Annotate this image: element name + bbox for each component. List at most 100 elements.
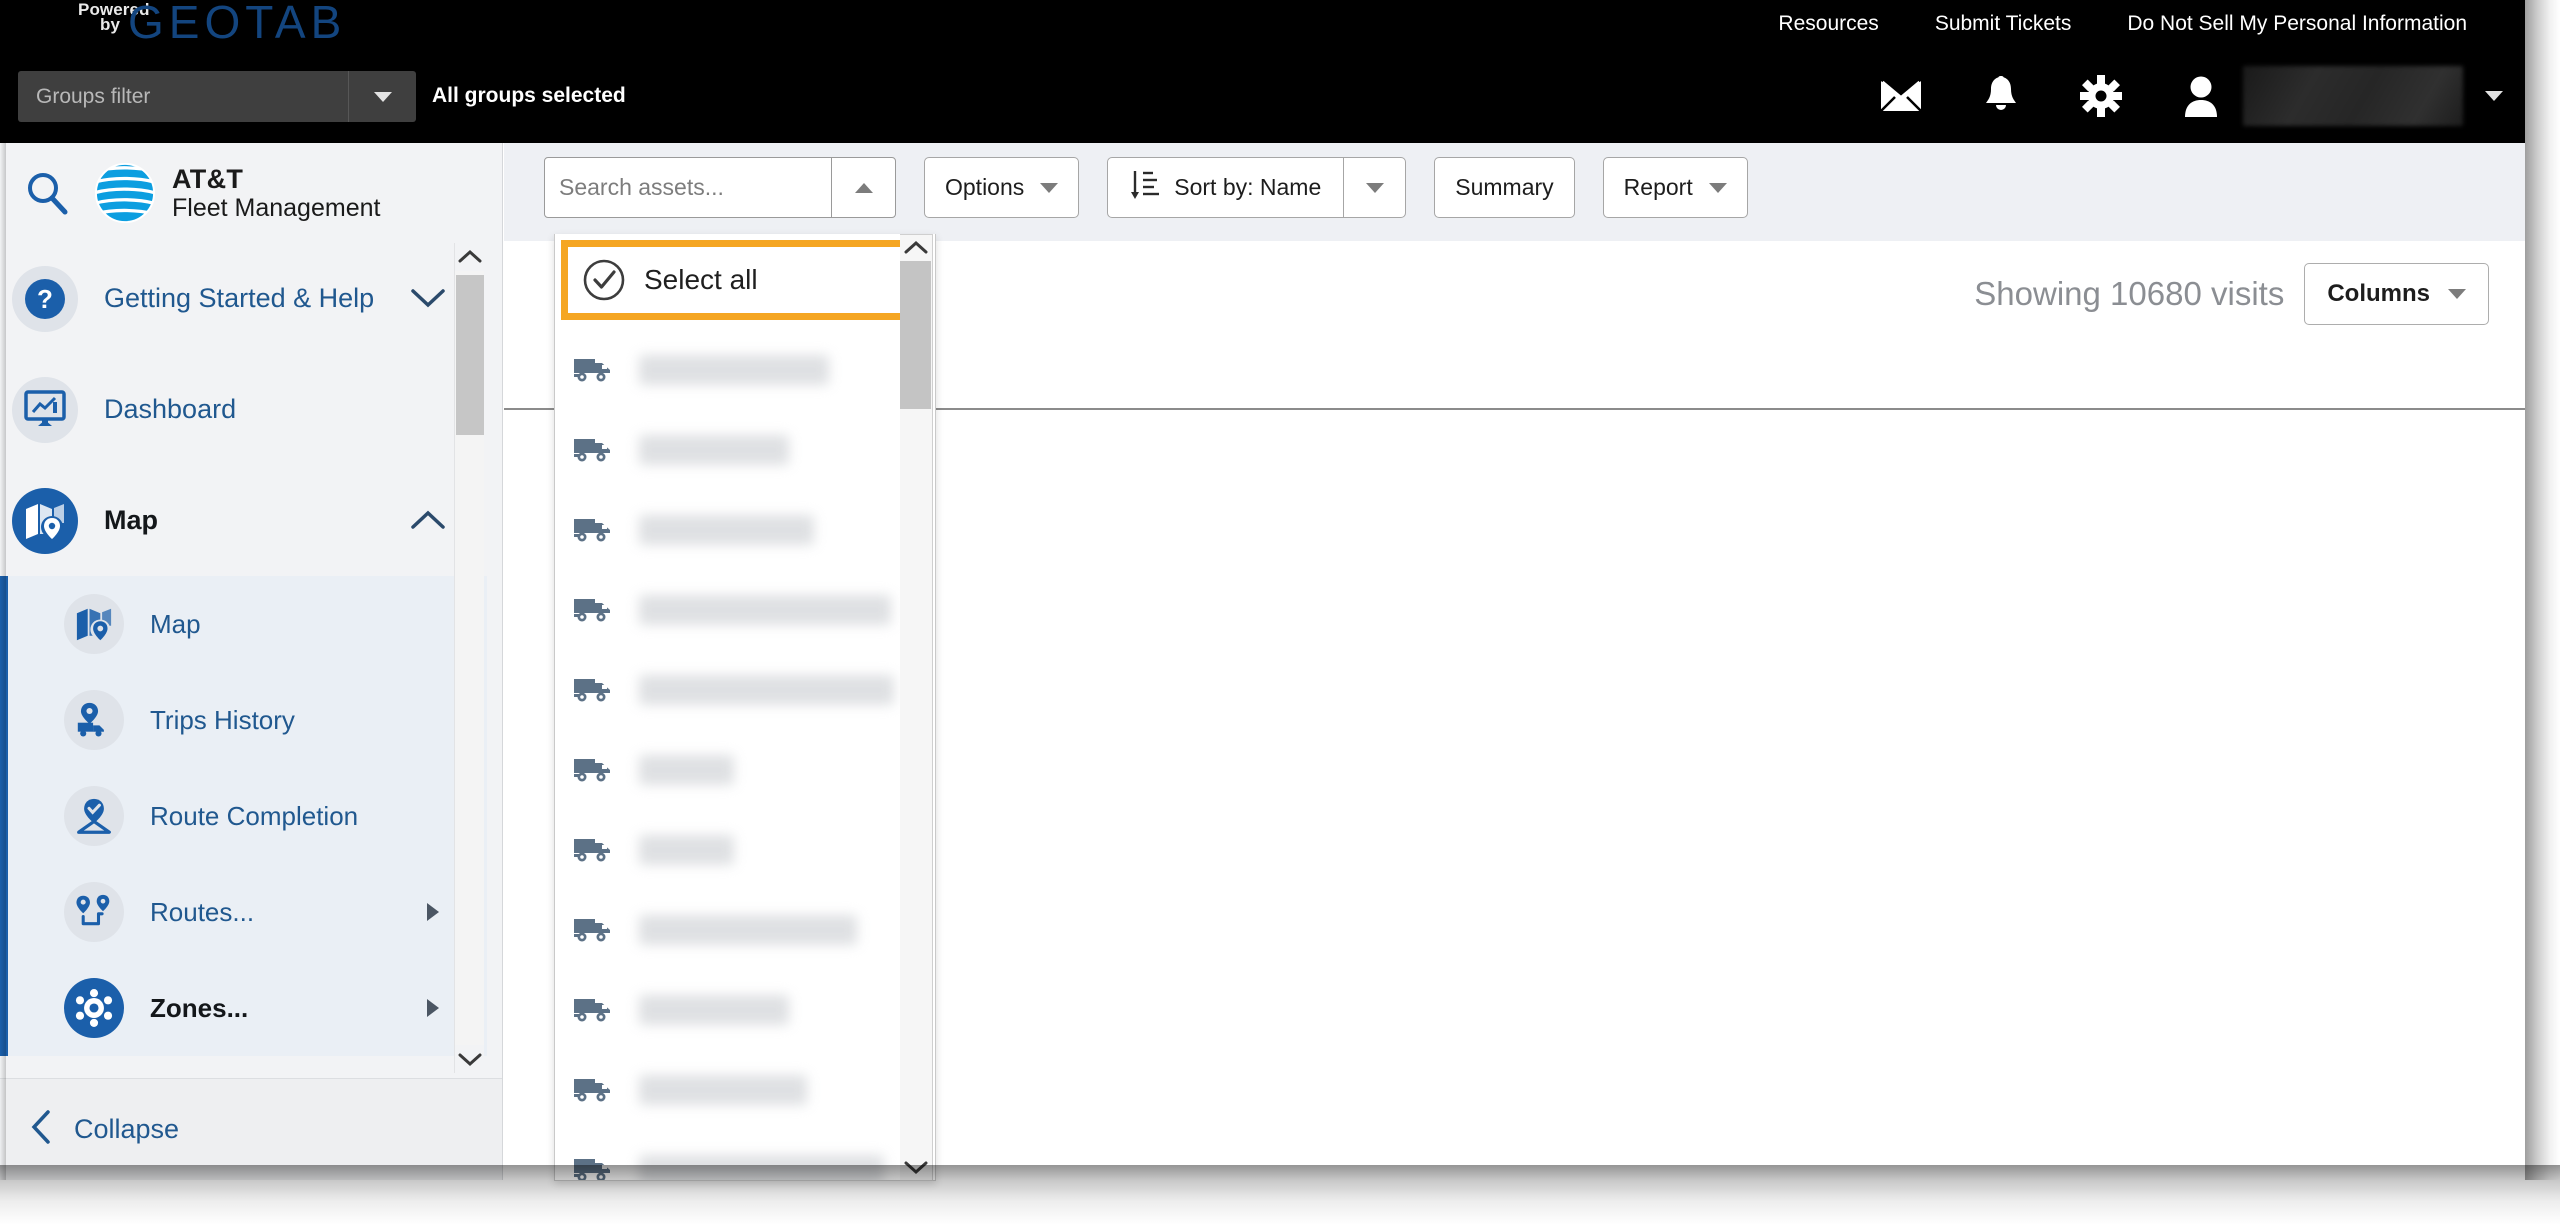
asset-list-item[interactable] <box>555 970 935 1050</box>
columns-button[interactable]: Columns <box>2304 263 2489 325</box>
user-icon[interactable] <box>2151 48 2251 143</box>
sidebar-header: AT&T Fleet Management <box>0 143 502 243</box>
sidebar-item-route-completion[interactable]: Route Completion <box>8 768 487 864</box>
chevron-down-icon[interactable] <box>900 1154 931 1180</box>
asset-list-item[interactable] <box>555 890 935 970</box>
asset-name-redacted <box>639 1075 807 1105</box>
geotab-logo: GEOTAB <box>128 0 347 48</box>
sidebar-item-routes[interactable]: Routes... <box>8 864 487 960</box>
att-brand: AT&T Fleet Management <box>94 162 380 224</box>
asset-name-redacted <box>639 995 789 1025</box>
link-do-not-sell[interactable]: Do Not Sell My Personal Information <box>2099 12 2495 36</box>
search-assets-combo[interactable]: Search assets... <box>544 157 896 218</box>
search-assets-dropdown-button[interactable] <box>831 158 895 217</box>
arrow-right-icon <box>427 903 439 921</box>
asset-list-item[interactable] <box>555 1130 935 1180</box>
groups-filter-field[interactable]: Groups filter <box>18 71 416 122</box>
asset-name-redacted <box>639 355 829 385</box>
main-header-bar: Groups filter All groups selected <box>0 48 2525 143</box>
sort-descending-icon <box>1130 168 1160 208</box>
help-circle-icon: ? <box>12 265 78 332</box>
sidebar-item-dashboard[interactable]: Dashboard <box>0 354 487 465</box>
bell-icon[interactable] <box>1951 48 2051 143</box>
asset-list-item[interactable] <box>555 490 935 570</box>
assets-dropdown-panel: Select all <box>554 234 936 1181</box>
asset-list-item[interactable] <box>555 570 935 650</box>
route-completion-icon <box>64 786 124 846</box>
sidebar-scrollbar[interactable] <box>454 243 484 1073</box>
att-brand-text: AT&T Fleet Management <box>172 164 380 222</box>
asset-name-redacted <box>639 595 891 625</box>
chevron-left-icon <box>30 1110 52 1149</box>
chevron-down-icon[interactable] <box>455 1045 485 1073</box>
options-label: Options <box>945 174 1025 200</box>
groups-selected-label: All groups selected <box>432 84 626 107</box>
asset-list-item[interactable] <box>555 650 935 730</box>
link-submit-tickets[interactable]: Submit Tickets <box>1907 12 2100 36</box>
asset-name-redacted <box>639 1155 884 1180</box>
assets-scrollbar-thumb[interactable] <box>900 261 931 409</box>
asset-list-item[interactable] <box>555 330 935 410</box>
utility-links: Resources Submit Tickets Do Not Sell My … <box>1750 0 2495 48</box>
search-icon[interactable] <box>0 169 94 217</box>
sidebar-nav-scroll-area: ? Getting Started & Help Dashboard Map M… <box>0 243 502 1078</box>
report-label: Report <box>1623 174 1693 200</box>
sort-by-split-button[interactable]: Sort by: Name <box>1107 157 1407 218</box>
truck-icon <box>573 755 617 785</box>
sidebar-item-label: Route Completion <box>150 800 359 831</box>
att-brand-line1: AT&T <box>172 163 244 194</box>
sidebar-item-label: Getting Started & Help <box>104 283 375 313</box>
user-menu-button[interactable] <box>2463 48 2525 143</box>
showing-visits-label: Showing 10680 visits <box>1974 275 2285 312</box>
sidebar-item-map-sub[interactable]: Map <box>8 576 487 672</box>
link-resources[interactable]: Resources <box>1750 12 1906 36</box>
collapse-label: Collapse <box>74 1114 180 1144</box>
sort-by-dropdown-button[interactable] <box>1343 158 1405 217</box>
sort-by-button[interactable]: Sort by: Name <box>1108 158 1343 217</box>
asset-list-item[interactable] <box>555 1050 935 1130</box>
assets-dropdown-scrollbar[interactable] <box>900 234 933 1181</box>
select-all-option[interactable]: Select all <box>561 240 929 320</box>
truck-icon <box>573 675 617 705</box>
user-name-redacted[interactable] <box>2243 65 2463 126</box>
sidebar-scrollbar-thumb[interactable] <box>456 275 484 435</box>
sidebar-item-zones[interactable]: Zones... <box>8 960 487 1056</box>
chevron-up-icon[interactable] <box>455 243 485 271</box>
caret-down-icon <box>1040 182 1059 193</box>
truck-icon <box>573 835 617 865</box>
zones-gear-icon <box>64 978 124 1038</box>
att-globe-icon <box>94 162 156 224</box>
summary-button[interactable]: Summary <box>1434 157 1575 218</box>
report-button[interactable]: Report <box>1602 157 1748 218</box>
gear-icon[interactable] <box>2051 48 2151 143</box>
asset-name-redacted <box>639 835 734 865</box>
chevron-up-icon <box>411 510 445 532</box>
chevron-up-icon[interactable] <box>900 235 931 261</box>
sidebar-item-getting-started[interactable]: ? Getting Started & Help <box>0 243 487 354</box>
asset-name-redacted <box>639 915 857 945</box>
chevron-down-icon <box>411 288 445 310</box>
asset-name-redacted <box>639 675 894 705</box>
caret-down-icon <box>1365 182 1384 193</box>
sidebar-collapse-button[interactable]: Collapse <box>0 1078 502 1180</box>
select-all-label: Select all <box>644 264 758 295</box>
caret-down-icon <box>373 91 392 102</box>
asset-list-item[interactable] <box>555 410 935 490</box>
assets-toolbar: Search assets... Options Sort by: Name S… <box>504 143 2525 241</box>
dashboard-monitor-icon <box>12 376 78 443</box>
options-button[interactable]: Options <box>924 157 1080 218</box>
groups-filter-input[interactable]: Groups filter <box>18 71 348 122</box>
groups-filter-dropdown-button[interactable] <box>348 71 416 122</box>
truck-icon <box>573 1075 617 1105</box>
search-assets-input[interactable]: Search assets... <box>545 158 831 217</box>
sidebar-item-label: Map <box>104 505 158 535</box>
mail-icon[interactable] <box>1851 48 1951 143</box>
svg-text:?: ? <box>37 284 53 314</box>
asset-list-item[interactable] <box>555 730 935 810</box>
assets-list <box>555 330 935 1180</box>
sidebar-item-trips-history[interactable]: Trips History <box>8 672 487 768</box>
sidebar-item-map[interactable]: Map <box>0 465 487 576</box>
visits-count-row: Showing 10680 visits Columns <box>1974 263 2489 325</box>
caret-down-icon <box>2485 90 2503 101</box>
asset-list-item[interactable] <box>555 810 935 890</box>
